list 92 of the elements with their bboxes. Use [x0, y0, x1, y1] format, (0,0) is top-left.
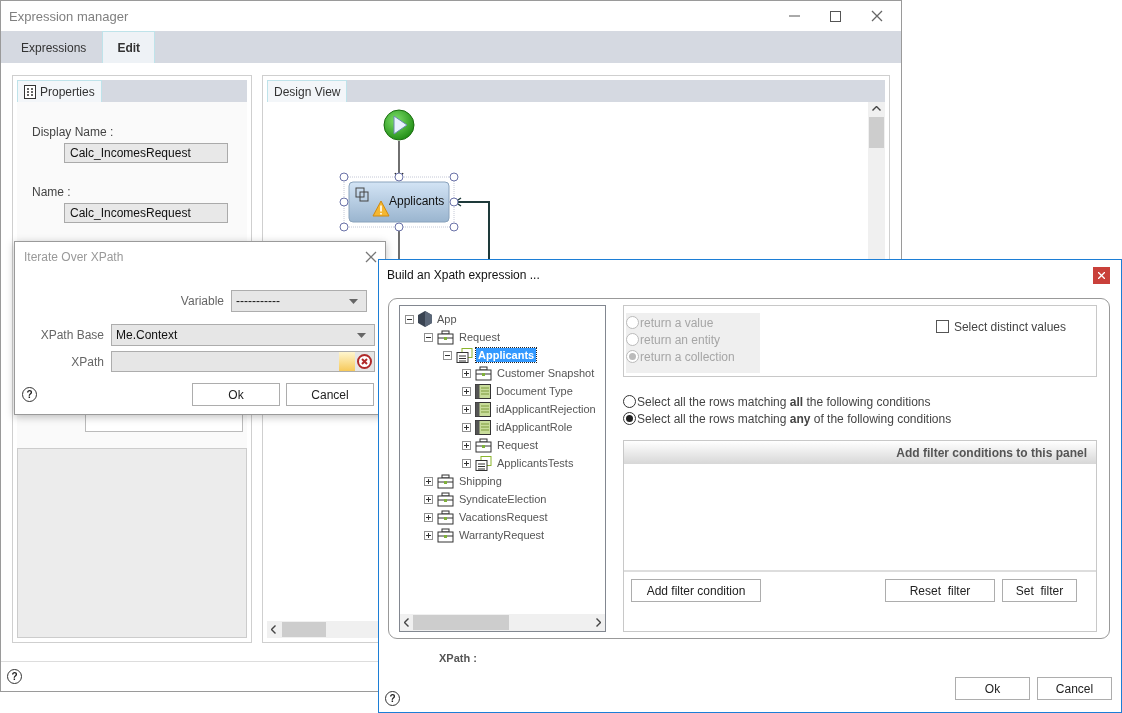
dropdown-arrow-icon[interactable]: [349, 298, 358, 304]
field-label: Variable: [180, 294, 224, 308]
expand-icon[interactable]: [462, 458, 471, 468]
tree-item[interactable]: App: [435, 312, 459, 326]
close-icon[interactable]: [365, 251, 377, 263]
close-icon[interactable]: [871, 10, 883, 22]
scroll-right-icon[interactable]: [596, 618, 601, 627]
tree-item[interactable]: idApplicantRejection: [494, 402, 598, 416]
expand-icon[interactable]: [462, 386, 471, 396]
dialog-button[interactable]: Cancel: [286, 383, 374, 406]
radio-label: return a value: [640, 315, 714, 330]
horizontal-scrollbar[interactable]: [400, 614, 605, 631]
tree-item[interactable]: VacationsRequest: [457, 510, 550, 524]
filter-button[interactable]: Reset filter: [885, 579, 995, 602]
tree-item[interactable]: ApplicantsTests: [495, 456, 576, 470]
table-icon: [475, 401, 491, 417]
xpath-base-dropdown[interactable]: Me.Context: [111, 324, 375, 346]
filter-panel-header: Add filter conditions to this panel: [624, 441, 1096, 464]
scroll-thumb[interactable]: [413, 615, 509, 630]
radio-button[interactable]: [623, 395, 636, 408]
briefcase-icon: [437, 491, 454, 507]
dialog-button[interactable]: Ok: [192, 383, 280, 406]
xpath-label: XPath :: [438, 651, 478, 666]
maximize-icon[interactable]: [830, 10, 841, 22]
dialog-title: Iterate Over XPath: [23, 250, 125, 264]
tree-item[interactable]: SyndicateElection: [457, 492, 549, 506]
applicants-node[interactable]: [339, 172, 459, 232]
scroll-thumb[interactable]: [282, 622, 326, 637]
table-icon: [475, 383, 491, 399]
collapse-icon[interactable]: [424, 332, 433, 342]
briefcase-icon: [437, 527, 454, 543]
dialog-button[interactable]: Ok: [955, 677, 1030, 700]
grid-document-icon: [24, 84, 36, 99]
expand-icon[interactable]: [462, 404, 471, 414]
tree-item[interactable]: Customer Snapshot: [495, 366, 597, 380]
checkbox[interactable]: [935, 320, 949, 333]
close-button[interactable]: [1093, 266, 1110, 284]
expand-icon[interactable]: [424, 512, 433, 522]
dialog-button[interactable]: Cancel: [1037, 677, 1112, 700]
xpath-field[interactable]: [111, 351, 375, 372]
field-label: XPath Base: [39, 328, 104, 342]
briefcase-icon: [437, 509, 454, 525]
radio-label: return an entity: [640, 332, 721, 347]
scroll-up-icon[interactable]: [872, 106, 881, 111]
expand-icon[interactable]: [424, 476, 433, 486]
scroll-thumb[interactable]: [869, 117, 884, 148]
briefcase-icon: [475, 365, 492, 381]
expand-icon[interactable]: [424, 530, 433, 540]
tab[interactable]: Edit: [102, 31, 156, 63]
clear-icon[interactable]: [355, 353, 374, 370]
add-filter-button[interactable]: Add filter condition: [631, 579, 761, 602]
start-play-icon[interactable]: [383, 109, 415, 141]
tree-item[interactable]: WarrantyRequest: [457, 528, 547, 542]
dropdown-arrow-icon[interactable]: [357, 332, 366, 338]
checkbox-label: Select distinct values: [953, 319, 1066, 334]
tree-item[interactable]: Shipping: [457, 474, 504, 488]
collapse-icon[interactable]: [443, 350, 452, 360]
dialog-title: Build an Xpath expression ...: [387, 268, 541, 282]
field-label: Name :: [32, 184, 72, 200]
list-icon: [475, 455, 492, 471]
expand-icon[interactable]: [424, 494, 433, 504]
tree-item[interactable]: idApplicantRole: [494, 420, 575, 434]
tree-item[interactable]: Request: [457, 330, 502, 344]
briefcase-icon: [437, 473, 454, 489]
variable-dropdown[interactable]: -----------: [231, 290, 367, 312]
expand-icon[interactable]: [462, 422, 471, 432]
panel-tab[interactable]: Properties: [17, 80, 102, 102]
expand-icon[interactable]: [462, 440, 471, 450]
text-field[interactable]: Calc_IncomesRequest: [64, 203, 228, 223]
table-icon: [475, 419, 491, 435]
tree-item[interactable]: Request: [495, 438, 540, 452]
radio-label: Select all the rows matching any of the following conditions: [637, 411, 952, 426]
node-label: Applicants: [389, 194, 445, 208]
window-title: Expression manager: [9, 8, 130, 24]
list-icon: [456, 347, 473, 363]
filter-button[interactable]: Set filter: [1002, 579, 1077, 602]
hexagon-icon: [418, 311, 432, 327]
field-label: XPath: [70, 354, 104, 369]
text-field[interactable]: Calc_IncomesRequest: [64, 143, 228, 163]
scroll-left-icon[interactable]: [404, 618, 409, 627]
expand-icon[interactable]: [462, 368, 471, 378]
tab[interactable]: Expressions: [7, 33, 101, 63]
briefcase-icon: [437, 329, 454, 345]
panel-tab[interactable]: Design View: [267, 80, 348, 102]
radio-label: return a collection: [640, 349, 735, 364]
tree-item[interactable]: Document Type: [494, 384, 575, 398]
briefcase-icon: [475, 437, 492, 453]
scroll-left-icon[interactable]: [271, 625, 276, 634]
field-label: Display Name :: [32, 124, 115, 140]
collapse-icon[interactable]: [405, 314, 414, 324]
radio-button[interactable]: [623, 412, 636, 425]
radio-label: Select all the rows matching all the following conditions: [637, 394, 931, 409]
